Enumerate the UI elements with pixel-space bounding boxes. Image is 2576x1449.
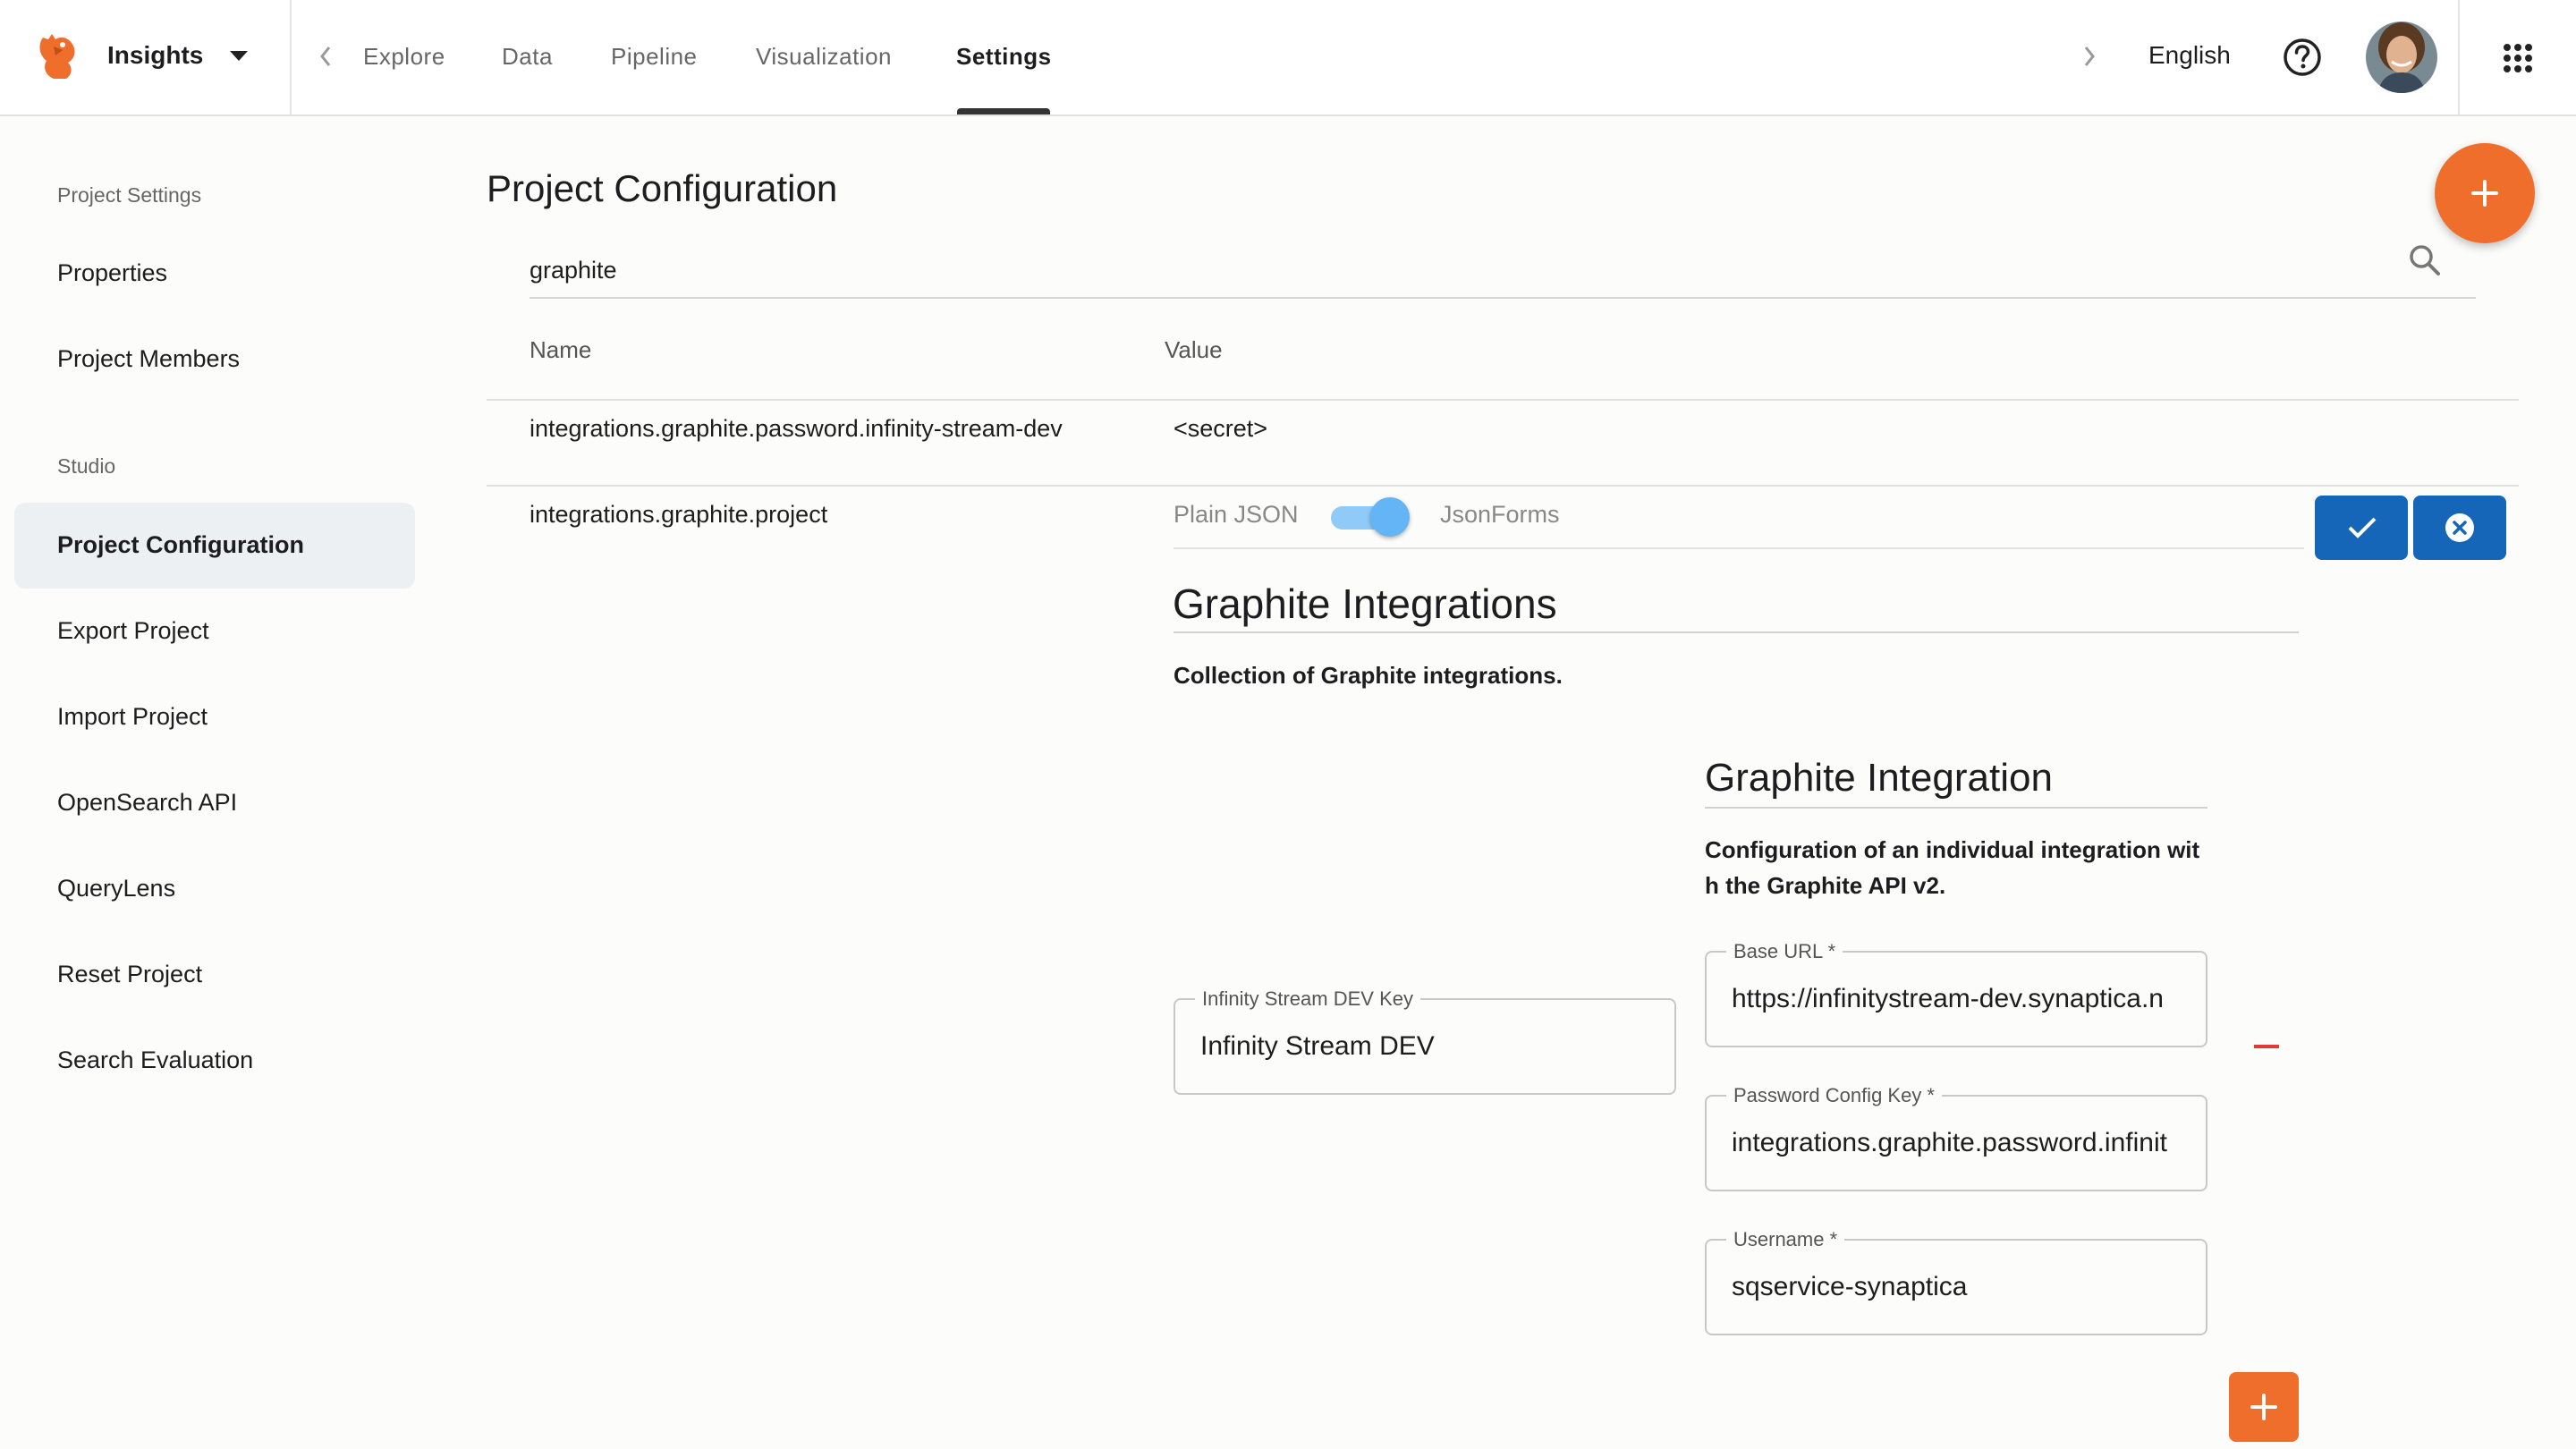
search-input[interactable]: graphite — [530, 257, 617, 284]
plus-icon — [2471, 180, 2498, 207]
add-item-button[interactable] — [2229, 1372, 2299, 1442]
username-label: Username * — [1726, 1228, 1845, 1251]
item-description-line2: h the Graphite API v2. — [1705, 872, 1946, 899]
save-button[interactable] — [2315, 496, 2408, 560]
active-tab-indicator — [957, 108, 1050, 114]
remove-item-button[interactable] — [2252, 1038, 2283, 1055]
scroll-left-icon[interactable] — [318, 45, 333, 68]
squirrel-logo-icon[interactable] — [36, 32, 80, 82]
toggle-label-jsonforms: JsonForms — [1440, 501, 1560, 528]
cancel-button[interactable] — [2413, 496, 2506, 560]
password-config-key-field[interactable]: Password Config Key * integrations.graph… — [1705, 1084, 2207, 1191]
header-divider — [290, 0, 292, 114]
base-url-label: Base URL * — [1726, 940, 1843, 963]
sidebar-item-querylens[interactable]: QueryLens — [57, 875, 175, 902]
sidebar-item-import-project[interactable]: Import Project — [57, 703, 208, 731]
search-underline — [530, 297, 2476, 299]
add-fab-button[interactable] — [2435, 143, 2535, 243]
app-name[interactable]: Insights — [107, 41, 203, 70]
item-title-underline — [1705, 807, 2207, 809]
integration-key-label: Infinity Stream DEV Key — [1195, 987, 1420, 1011]
toggle-label-plain-json: Plain JSON — [1174, 501, 1299, 528]
jsonforms-toggle[interactable] — [1331, 497, 1411, 537]
table-row-value[interactable]: <secret> — [1174, 415, 1267, 443]
sidebar-item-project-configuration[interactable]: Project Configuration — [57, 531, 304, 559]
tab-visualization[interactable]: Visualization — [756, 43, 892, 71]
apps-grid-icon[interactable] — [2503, 43, 2533, 73]
sidebar-item-export-project[interactable]: Export Project — [57, 617, 209, 645]
header-divider-right — [2458, 0, 2460, 114]
item-description-line1: Configuration of an individual integrati… — [1705, 836, 2200, 863]
avatar[interactable] — [2365, 21, 2438, 94]
help-icon[interactable] — [2283, 38, 2322, 77]
base-url-value[interactable]: https://infinitystream-dev.synaptica.n — [1732, 984, 2184, 1014]
tab-pipeline[interactable]: Pipeline — [611, 43, 698, 71]
page-title: Project Configuration — [487, 167, 838, 209]
tab-explore[interactable]: Explore — [363, 43, 445, 71]
check-icon — [2348, 517, 2377, 538]
sidebar-item-project-members[interactable]: Project Members — [57, 345, 240, 373]
column-header-value: Value — [1165, 336, 1223, 363]
app-dropdown-icon[interactable] — [229, 50, 249, 63]
language-selector[interactable]: English — [2148, 41, 2231, 70]
sidebar-section-studio: Studio — [57, 454, 116, 478]
section-title: Graphite Integrations — [1173, 580, 1557, 627]
plus-icon — [2250, 1394, 2277, 1420]
column-header-name: Name — [530, 336, 592, 363]
table-row-name[interactable]: integrations.graphite.password.infinity-… — [530, 415, 1063, 443]
table-row-name-editing[interactable]: integrations.graphite.project — [530, 501, 827, 529]
section-description: Collection of Graphite integrations. — [1174, 662, 1563, 689]
password-config-key-value[interactable]: integrations.graphite.password.infinit — [1732, 1128, 2184, 1158]
table-header-divider — [487, 399, 2519, 401]
sidebar-item-properties[interactable]: Properties — [57, 259, 167, 287]
toggle-thumb — [1370, 497, 1410, 537]
table-row-divider — [487, 485, 2519, 487]
base-url-field[interactable]: Base URL * https://infinitystream-dev.sy… — [1705, 940, 2207, 1047]
sidebar-item-reset-project[interactable]: Reset Project — [57, 961, 202, 988]
search-icon[interactable] — [2408, 243, 2442, 277]
scroll-right-icon[interactable] — [2082, 45, 2097, 68]
sidebar-section-project-settings: Project Settings — [57, 183, 202, 207]
username-value[interactable]: sqservice-synaptica — [1732, 1272, 2184, 1302]
sidebar-item-opensearch-api[interactable]: OpenSearch API — [57, 789, 237, 817]
top-bar: Insights Explore Data Pipeline Visualiza… — [0, 0, 2576, 116]
editor-toolbar-divider — [1174, 547, 2304, 549]
close-circle-icon — [2445, 513, 2474, 542]
sidebar — [0, 116, 429, 1449]
sidebar-item-search-evaluation[interactable]: Search Evaluation — [57, 1046, 253, 1074]
tab-data[interactable]: Data — [502, 43, 553, 71]
integration-key-field[interactable]: Infinity Stream DEV Key Infinity Stream … — [1174, 987, 1676, 1095]
integration-key-value[interactable]: Infinity Stream DEV — [1200, 1031, 1653, 1062]
section-title-underline — [1174, 631, 2299, 633]
tab-settings[interactable]: Settings — [956, 43, 1052, 71]
username-field[interactable]: Username * sqservice-synaptica — [1705, 1228, 2207, 1335]
minus-icon — [2254, 1045, 2279, 1048]
item-title: Graphite Integration — [1705, 756, 2053, 800]
password-config-key-label: Password Config Key * — [1726, 1084, 1942, 1107]
